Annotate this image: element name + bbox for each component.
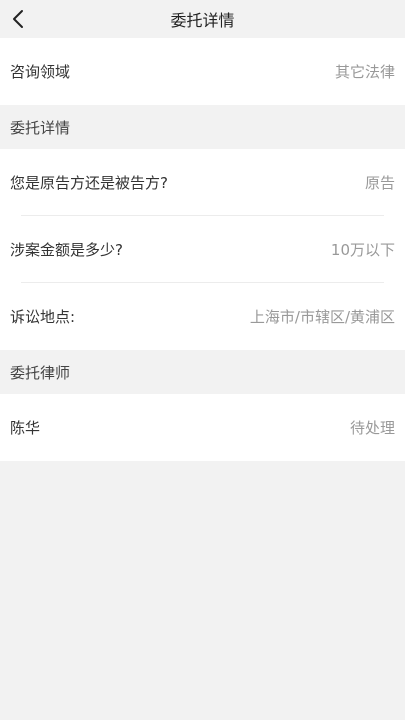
lawyer-row[interactable]: 陈华 待处理 (0, 394, 405, 461)
consult-card: 咨询领域 其它法律 (0, 38, 405, 105)
plaintiff-defendant-label: 您是原告方还是被告方? (10, 174, 168, 192)
nav-bar: 委托详情 (0, 0, 405, 38)
plaintiff-defendant-value: 原告 (364, 174, 395, 192)
consult-field-row: 咨询领域 其它法律 (0, 38, 405, 105)
lawyer-section-header: 委托律师 (0, 350, 405, 394)
amount-value: 10万以下 (330, 241, 395, 259)
chevron-left-icon (13, 10, 23, 28)
location-row: 诉讼地点: 上海市/市辖区/黄浦区 (0, 283, 405, 350)
consult-field-value: 其它法律 (334, 63, 395, 81)
amount-row: 涉案金额是多少? 10万以下 (0, 216, 405, 283)
amount-label: 涉案金额是多少? (10, 241, 123, 259)
lawyer-card: 陈华 待处理 (0, 394, 405, 461)
location-label: 诉讼地点: (10, 308, 76, 326)
back-button[interactable] (0, 0, 36, 38)
location-value: 上海市/市辖区/黄浦区 (249, 308, 395, 326)
page-title: 委托详情 (170, 11, 235, 30)
lawyer-name: 陈华 (10, 419, 41, 437)
details-card: 您是原告方还是被告方? 原告 涉案金额是多少? 10万以下 诉讼地点: 上海市/… (0, 149, 405, 350)
consult-field-label: 咨询领域 (10, 63, 71, 81)
details-section-header: 委托详情 (0, 105, 405, 149)
lawyer-status: 待处理 (349, 419, 395, 437)
plaintiff-defendant-row: 您是原告方还是被告方? 原告 (0, 149, 405, 216)
